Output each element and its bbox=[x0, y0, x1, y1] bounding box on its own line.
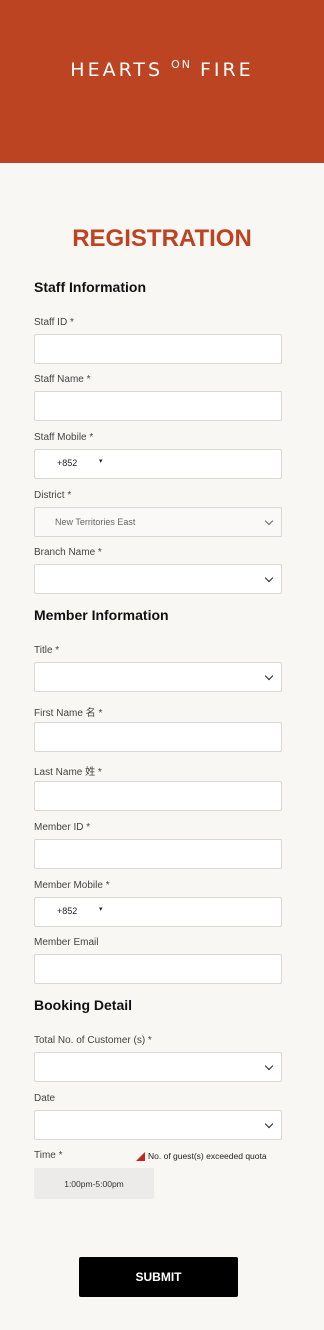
first-name-input[interactable] bbox=[34, 722, 282, 752]
booking-section-title: Booking Detail bbox=[34, 997, 133, 1013]
logo-text-on: ON bbox=[171, 58, 192, 71]
staff-country-code[interactable]: +852 bbox=[57, 458, 77, 468]
chevron-down-icon bbox=[264, 671, 274, 681]
branch-label: Branch Name * bbox=[34, 547, 102, 558]
member-mobile-input[interactable]: +852 ▾ bbox=[34, 897, 282, 927]
brand-logo: HEARTS ON FIRE bbox=[70, 58, 254, 81]
warning-triangle-icon bbox=[136, 1151, 145, 1161]
staff-section-title: Staff Information bbox=[34, 279, 146, 295]
last-name-label: Last Name 姓 * bbox=[34, 767, 102, 778]
chevron-down-icon bbox=[264, 1061, 274, 1071]
chevron-down-icon bbox=[264, 1119, 274, 1129]
title-label: Title * bbox=[34, 645, 60, 656]
district-select[interactable]: New Territories East bbox=[34, 507, 282, 537]
staff-id-input[interactable] bbox=[34, 334, 282, 364]
chevron-down-icon bbox=[264, 516, 274, 526]
title-select[interactable] bbox=[34, 662, 282, 692]
district-select-value: New Territories East bbox=[55, 517, 136, 527]
chevron-down-icon bbox=[264, 573, 274, 583]
member-email-label: Member Email bbox=[34, 937, 99, 948]
member-section-title: Member Information bbox=[34, 607, 169, 623]
member-email-input[interactable] bbox=[34, 954, 282, 984]
quota-warning: No. of guest(s) exceeded quota bbox=[136, 1151, 267, 1161]
logo-text-hearts: HEARTS bbox=[70, 58, 164, 81]
customers-label: Total No. of Customer (s) * bbox=[34, 1035, 152, 1046]
customers-select[interactable] bbox=[34, 1052, 282, 1082]
submit-button[interactable]: SUBMIT bbox=[79, 1257, 238, 1297]
staff-mobile-label: Staff Mobile * bbox=[34, 432, 94, 443]
date-select[interactable] bbox=[34, 1110, 282, 1140]
staff-name-input[interactable] bbox=[34, 391, 282, 421]
caret-down-icon[interactable]: ▾ bbox=[99, 457, 103, 465]
member-id-label: Member ID * bbox=[34, 822, 91, 833]
time-slot-option[interactable]: 1:00pm-5:00pm bbox=[34, 1168, 154, 1199]
header-banner: HEARTS ON FIRE bbox=[0, 0, 324, 163]
branch-select[interactable] bbox=[34, 564, 282, 594]
quota-warning-text: No. of guest(s) exceeded quota bbox=[148, 1151, 267, 1161]
time-label: Time * bbox=[34, 1150, 63, 1161]
last-name-input[interactable] bbox=[34, 781, 282, 811]
member-id-input[interactable] bbox=[34, 839, 282, 869]
member-mobile-label: Member Mobile * bbox=[34, 880, 110, 891]
page-title: REGISTRATION bbox=[72, 225, 252, 252]
first-name-label: First Name 名 * bbox=[34, 708, 103, 719]
staff-mobile-input[interactable]: +852 ▾ bbox=[34, 449, 282, 479]
district-label: District * bbox=[34, 490, 72, 501]
caret-down-icon[interactable]: ▾ bbox=[99, 905, 103, 913]
staff-name-label: Staff Name * bbox=[34, 374, 91, 385]
staff-id-label: Staff ID * bbox=[34, 317, 74, 328]
member-country-code[interactable]: +852 bbox=[57, 906, 77, 916]
logo-text-fire: FIRE bbox=[199, 58, 254, 81]
date-label: Date bbox=[34, 1093, 56, 1104]
